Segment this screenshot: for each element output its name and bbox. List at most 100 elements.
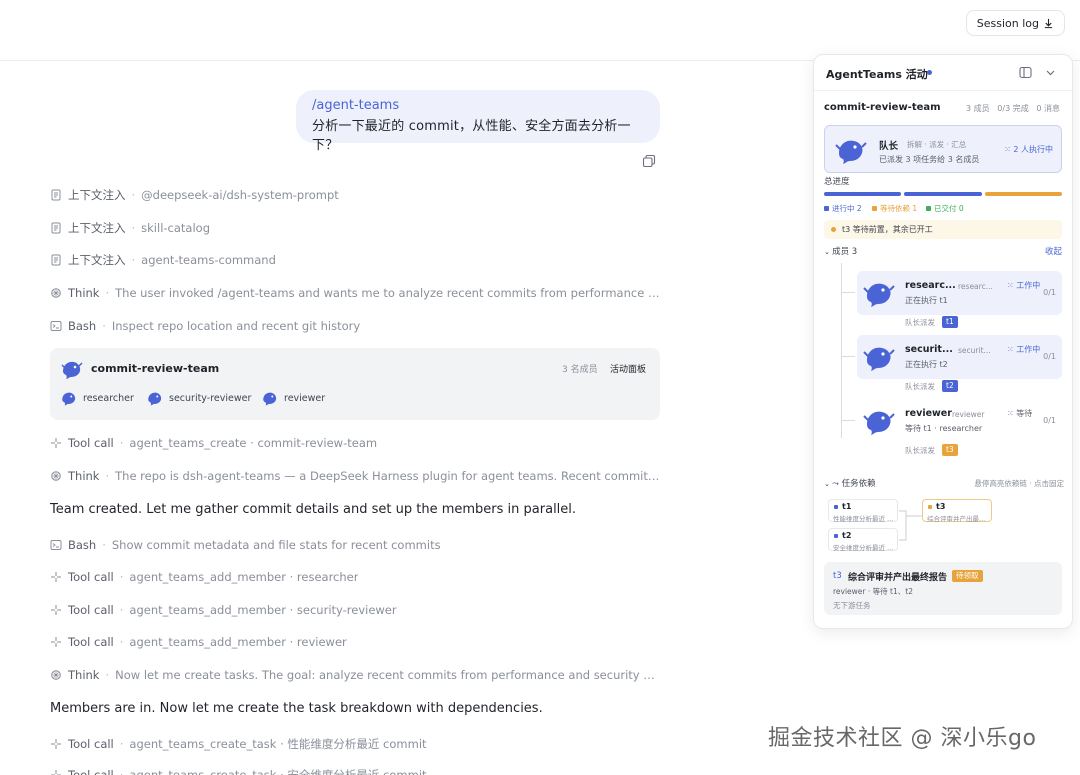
member-chip[interactable]: security-reviewer [146,389,251,407]
tree-branch [841,292,855,293]
step-row[interactable]: Tool call · agent_teams_create_task · 性能维度… [50,735,662,753]
step-row[interactable]: Tool call · agent_teams_add_member · revie… [50,633,662,651]
dependency-graph-icon: ⤳ [832,479,842,489]
step-detail: Show commit metadata and file stats for … [111,538,441,552]
step-row[interactable]: Tool call · agent_teams_create · commit-re… [50,434,662,452]
step-kind: Tool call [68,603,114,617]
lead-name: 队长 [879,141,899,152]
brain-icon [50,287,62,299]
dependency-node-id: t2 [842,531,852,540]
step-row[interactable]: Think · The repo is dsh-agent-teams — a De… [50,467,662,485]
step-row[interactable]: Think · Now let me create tasks. The goal:… [50,666,662,684]
sparkle-icon [50,437,62,449]
step-kind: Tool call [68,768,114,775]
step-row[interactable]: Bash · Show commit metadata and file stats… [50,536,662,554]
step-detail: Inspect repo location and recent git his… [111,319,361,333]
member-card[interactable]: securit... securit... ⁙ 工作中 正在执行 t2 0/1 [857,335,1062,379]
sparkle-icon [50,571,62,583]
tree-branch [841,420,855,421]
people-icon: ⁙ [1007,281,1017,290]
separator: · [102,319,106,333]
step-detail: agent_teams_create · commit-review-team [129,436,378,450]
step-detail: agent_teams_add_member · researcher [129,570,359,584]
assigned-by-label: 队长派发 [905,446,935,455]
step-kind: 上下文注入 [68,253,126,267]
step-row[interactable]: Think · The user invoked /agent-teams and … [50,284,662,302]
step-kind: Think [68,286,100,300]
members-section-header[interactable]: ⌄ 成员 3 收起 [824,245,1062,259]
live-indicator-dot [927,70,932,75]
member-task-count: 0/1 [1043,352,1056,361]
lead-card[interactable]: 队长 拆解 · 派发 · 汇总 已派发 3 项任务给 3 名成员 ⁙ 2 人执行… [824,125,1062,173]
member-chip[interactable]: reviewer [261,389,325,407]
task-detail-card[interactable]: t3 综合评审并产出最终报告 待领取 reviewer · 等待 t1、t2 无… [824,562,1062,615]
step-detail: @deepseek-ai/dsh-system-prompt [141,188,339,202]
task-tag[interactable]: t3 [942,444,958,456]
separator: · [119,768,124,775]
dependency-node-text: 综合评审并产出最... [927,515,986,523]
warning-dot-icon [831,227,836,232]
user-command: /agent-teams [312,98,400,113]
dependency-node[interactable]: t2 安全维度分析最近 ... [828,528,898,552]
member-card[interactable]: researc... researc... ⁙ 工作中 正在执行 t1 0/1 [857,271,1062,315]
step-kind: 上下文注入 [68,221,126,235]
step-row[interactable]: 上下文注入 · @deepseek-ai/dsh-system-prompt [50,186,662,204]
member-state: ⁙ 工作中 [1007,281,1041,290]
step-row[interactable]: Tool call · agent_teams_add_member · secur… [50,601,662,619]
panel-title: AgentTeams 活动 [826,68,928,81]
dependency-node-id: t1 [842,502,852,511]
member-role: researc... [958,282,993,291]
step-row[interactable]: Tool call · agent_teams_create_task · 安全维度… [50,766,662,775]
step-row[interactable]: Tool call · agent_teams_add_member · resea… [50,568,662,586]
status-dot-icon [834,534,838,538]
member-task-count: 0/1 [1043,416,1056,425]
sparkle-icon [50,604,62,616]
member-avatar-icon [863,411,895,435]
separator: · [131,221,136,235]
team-summary-card[interactable]: commit-review-team 3 名成员 活动面板 researcher… [50,348,660,420]
team-member-count: 3 名成员 [562,365,598,375]
session-log-button[interactable]: Session log [965,10,1065,36]
progress-segment [904,192,982,196]
member-card[interactable]: reviewer reviewer ⁙ 等待 等待 t1 · researcher 0/… [857,399,1062,443]
member-avatar-icon [863,283,895,307]
lead-description: 已派发 3 项任务给 3 名成员 [879,155,980,164]
step-row[interactable]: 上下文注入 · skill-catalog [50,219,662,237]
task-tag[interactable]: t2 [942,380,958,392]
sparkle-icon [50,769,62,775]
sidebar-toggle-icon[interactable] [1019,66,1032,79]
document-icon [50,254,62,266]
step-detail: skill-catalog [141,221,210,235]
separator: · [105,469,110,483]
task-tag[interactable]: t1 [942,316,958,328]
brain-icon [50,470,62,482]
dependency-section-header[interactable]: ⌄ ⤳ 任务依赖 悬停高亮依赖链 · 点击固定 [824,477,1064,489]
step-row[interactable]: 上下文注入 · agent-teams-command [50,251,662,269]
terminal-icon [50,539,62,551]
step-row[interactable]: Bash · Inspect repo location and recent gi… [50,317,662,335]
dependency-hint: 悬停高亮依赖链 · 点击固定 [974,479,1064,488]
task-id: t3 [833,571,842,581]
member-chip[interactable]: researcher [60,389,134,407]
whale-avatar-icon [148,392,162,406]
step-detail: agent_teams_add_member · reviewer [129,635,347,649]
step-kind: 上下文注入 [68,188,126,202]
progress-label: 总进度 [824,177,850,187]
terminal-icon [50,320,62,332]
assigned-by-label: 队长派发 [905,318,935,327]
member-chip-label: reviewer [284,392,326,404]
member-role: securit... [958,346,991,355]
dependency-node[interactable]: t1 性能维度分析最近 ... [828,499,898,523]
member-chip-label: security-reviewer [169,392,252,404]
chevron-down-icon[interactable] [1045,67,1056,78]
copy-icon[interactable] [642,154,656,168]
member-activity: 正在执行 t2 [905,360,948,369]
separator: · [131,253,136,267]
tree-connector [841,263,842,438]
step-kind: Think [68,469,100,483]
separator: · [119,635,124,649]
dependency-node[interactable]: t3 综合评审并产出最... [922,499,992,523]
activity-panel-link[interactable]: 活动面板 [610,362,646,375]
document-icon [50,222,62,234]
collapse-button[interactable]: 收起 [1045,245,1062,257]
